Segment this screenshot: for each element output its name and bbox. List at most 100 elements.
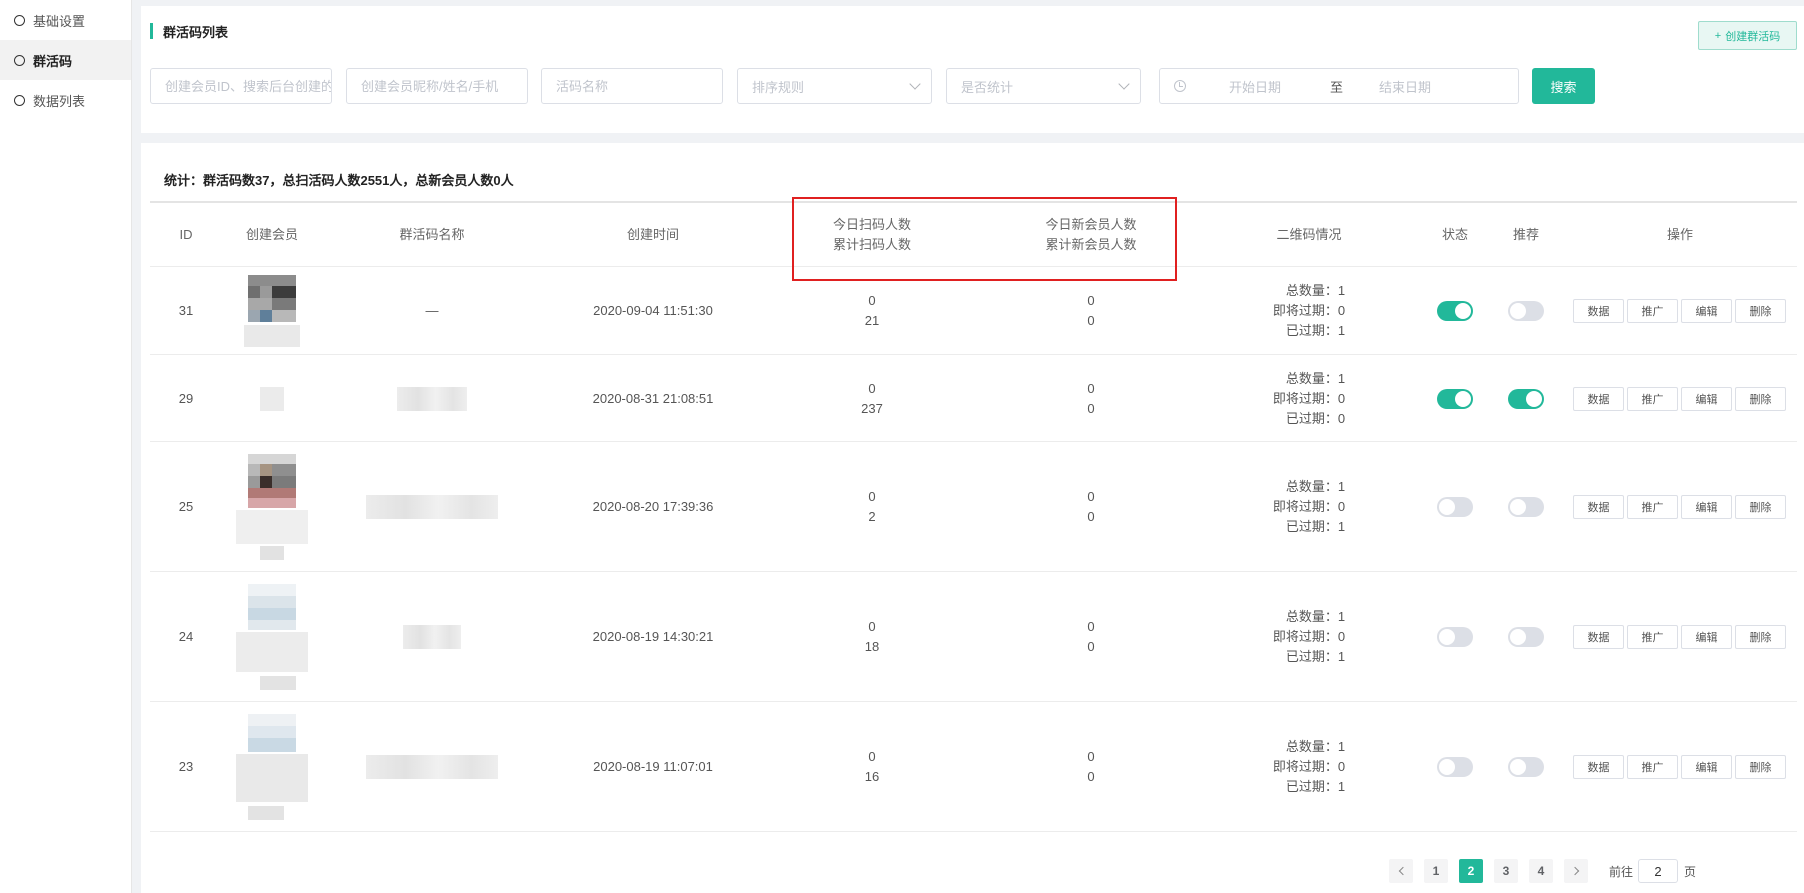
create-group-code-button[interactable]: + 创建群活码	[1698, 21, 1797, 50]
sidebar-item-group-code[interactable]: 群活码	[0, 40, 131, 80]
row-id: 24	[178, 629, 194, 644]
qr-expired: 已过期：1	[1273, 777, 1345, 797]
end-date-placeholder[interactable]: 结束日期	[1379, 77, 1431, 96]
title-accent-bar	[150, 23, 153, 39]
qr-expiring-label: 即将过期：	[1272, 759, 1338, 774]
member-avatar	[236, 714, 308, 820]
plus-icon: +	[1714, 29, 1722, 42]
promote-button[interactable]: 推广	[1627, 495, 1678, 519]
prev-page-button[interactable]	[1389, 859, 1413, 883]
search-button[interactable]: 搜索	[1532, 68, 1595, 104]
qr-expired-label: 已过期：	[1285, 323, 1338, 338]
goto-label: 前往	[1609, 864, 1634, 879]
row-name-blurred	[366, 755, 498, 779]
row-id: 25	[178, 499, 194, 514]
row-created: 2020-08-19 14:30:21	[592, 629, 714, 644]
edit-button[interactable]: 编辑	[1681, 386, 1732, 411]
promote-button[interactable]: 推广	[1627, 386, 1678, 411]
row-actions: 数据 推广 编辑 删除	[1573, 495, 1789, 519]
col-created: 创建时间	[626, 227, 680, 242]
member-name-input[interactable]	[361, 78, 527, 94]
qr-expired-label: 已过期：	[1285, 410, 1338, 426]
sort-select-placeholder: 排序规则	[752, 79, 805, 95]
row-new-today: 0	[1087, 489, 1095, 504]
qr-total-label: 总数量：	[1285, 283, 1338, 298]
chevron-right-icon	[1570, 866, 1579, 876]
table-row: 23 2020-08-19 11:07:01 0 16 0 0 总数量：1 即将…	[150, 703, 1797, 832]
sidebar-item-label: 数据列表	[33, 93, 86, 109]
row-new-member: 0 0	[1087, 379, 1094, 419]
col-name: 群活码名称	[399, 227, 465, 242]
row-new-today: 0	[1087, 293, 1095, 308]
recommend-toggle[interactable]	[1508, 627, 1544, 647]
date-range-picker[interactable]: 开始日期 至 结束日期	[1159, 68, 1519, 104]
delete-button[interactable]: 删除	[1735, 625, 1786, 649]
row-id: 31	[178, 303, 194, 318]
qr-expiring-value: 0	[1337, 629, 1346, 644]
promote-button[interactable]: 推广	[1627, 299, 1678, 323]
row-name-blurred	[397, 386, 467, 411]
status-toggle[interactable]	[1437, 301, 1473, 321]
qr-expired-label: 已过期：	[1285, 649, 1338, 664]
edit-button[interactable]: 编辑	[1681, 625, 1732, 649]
circle-icon	[14, 94, 25, 106]
row-new-total: 0	[1087, 509, 1095, 524]
goto-page-input[interactable]: 2	[1638, 859, 1679, 883]
page-title: 群活码列表	[150, 23, 228, 40]
qr-total-label: 总数量：	[1285, 739, 1338, 754]
status-toggle[interactable]	[1437, 388, 1473, 409]
sidebar: 基础设置 群活码 数据列表	[0, 0, 132, 893]
data-button[interactable]: 数据	[1573, 299, 1624, 323]
member-id-input-wrapper	[150, 68, 332, 104]
promote-button[interactable]: 推广	[1627, 755, 1678, 779]
data-button[interactable]: 数据	[1573, 386, 1624, 411]
qr-expiring: 即将过期：0	[1273, 301, 1345, 321]
data-button[interactable]: 数据	[1573, 625, 1624, 649]
recommend-toggle[interactable]	[1508, 388, 1544, 409]
sidebar-item-basic-settings[interactable]: 基础设置	[0, 0, 131, 40]
qr-expiring: 即将过期：0	[1273, 627, 1345, 647]
status-toggle[interactable]	[1437, 757, 1473, 777]
row-scan-total: 18	[864, 639, 880, 654]
start-date-placeholder[interactable]: 开始日期	[1229, 77, 1281, 96]
edit-button[interactable]: 编辑	[1681, 755, 1732, 779]
edit-button[interactable]: 编辑	[1681, 495, 1732, 519]
code-name-input[interactable]	[556, 78, 722, 94]
delete-button[interactable]: 删除	[1735, 755, 1786, 779]
edit-button[interactable]: 编辑	[1681, 299, 1732, 323]
promote-button[interactable]: 推广	[1627, 625, 1678, 649]
pagination: 1 2 3 4 前往 2 页	[1389, 859, 1696, 883]
col-recommend: 推荐	[1512, 227, 1540, 242]
row-new-total: 0	[1087, 313, 1095, 328]
row-actions: 数据 推广 编辑 删除	[1573, 625, 1789, 649]
row-scan: 0 18	[865, 617, 879, 657]
qr-expiring: 即将过期：0	[1273, 389, 1345, 409]
status-toggle[interactable]	[1437, 627, 1473, 647]
sort-select[interactable]: 排序规则	[737, 68, 932, 104]
data-button[interactable]: 数据	[1573, 755, 1624, 779]
row-scan-today: 0	[868, 749, 876, 764]
recommend-toggle[interactable]	[1508, 497, 1544, 517]
recommend-toggle[interactable]	[1508, 757, 1544, 777]
recommend-toggle[interactable]	[1508, 301, 1544, 321]
delete-button[interactable]: 删除	[1735, 299, 1786, 323]
delete-button[interactable]: 删除	[1735, 495, 1786, 519]
row-new-member: 0 0	[1087, 291, 1094, 331]
data-button[interactable]: 数据	[1573, 495, 1624, 519]
page-1[interactable]: 1	[1424, 859, 1448, 883]
delete-button[interactable]: 删除	[1735, 386, 1786, 411]
row-new-member: 0 0	[1087, 747, 1094, 787]
page-4[interactable]: 4	[1529, 859, 1553, 883]
row-created: 2020-08-20 17:39:36	[592, 499, 714, 514]
member-id-input[interactable]	[165, 78, 331, 94]
row-actions: 数据 推广 编辑 删除	[1573, 755, 1789, 779]
page-3[interactable]: 3	[1494, 859, 1518, 883]
row-new-member: 0 0	[1087, 617, 1094, 657]
next-page-button[interactable]	[1564, 859, 1588, 883]
page-2[interactable]: 2	[1459, 859, 1483, 883]
stat-select[interactable]: 是否统计	[946, 68, 1141, 104]
sidebar-item-data-list[interactable]: 数据列表	[0, 80, 131, 120]
table-panel: 统计：群活码数37，总扫活码人数2551人，总新会员人数0人 ID 创建会员 群…	[141, 143, 1804, 893]
status-toggle[interactable]	[1437, 497, 1473, 517]
row-qr-info: 总数量：1 即将过期：0 已过期：0	[1273, 369, 1345, 429]
